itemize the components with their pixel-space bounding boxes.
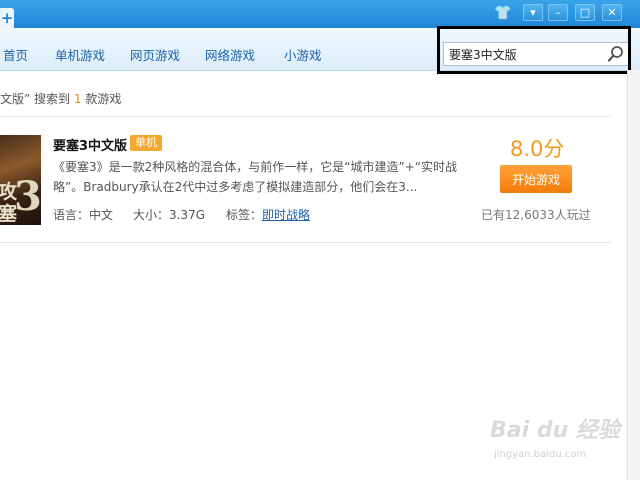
divider	[0, 242, 611, 243]
summary-prefix: 文版” 搜索到	[0, 92, 71, 106]
play-count: 已有12,6033人玩过	[481, 208, 591, 222]
scrollbar[interactable]	[627, 70, 640, 480]
summary-suffix: 款游戏	[85, 92, 122, 106]
watermark: Bai du 经验 jingyan.baidu.com	[490, 412, 620, 472]
maximize-button[interactable]: □	[575, 4, 595, 21]
game-title[interactable]: 要塞3中文版	[53, 135, 127, 154]
result-count: 1	[73, 92, 82, 106]
start-game-button[interactable]: 开始游戏	[500, 165, 572, 193]
game-language: 语言：中文	[53, 208, 114, 222]
cover-title: 攻 塞	[0, 181, 18, 225]
game-size: 大小：3.37G	[133, 208, 206, 222]
nav-item-online-games[interactable]: 网络游戏	[205, 45, 255, 64]
category-badge: 单机	[130, 135, 162, 151]
tag-link[interactable]: 即时战略	[262, 206, 310, 223]
nav-item-web-games[interactable]: 网页游戏	[130, 45, 180, 64]
tag-label: 标签：	[226, 208, 263, 222]
skin-icon[interactable]: 👕	[492, 3, 514, 23]
game-score: 8.0分	[510, 137, 565, 161]
watermark-logo: Bai du 经验	[490, 418, 620, 443]
minimize-button[interactable]: –	[548, 4, 568, 21]
watermark-url: jingyan.baidu.com	[494, 449, 587, 460]
result-summary: 文版” 搜索到 1 款游戏	[0, 90, 121, 107]
nav-item-mini-games[interactable]: 小游戏	[284, 45, 322, 64]
close-button[interactable]: ✕	[602, 4, 622, 21]
add-tab-button[interactable]: +	[0, 8, 14, 28]
nav-item-home[interactable]: 首页	[3, 45, 28, 64]
menu-button[interactable]: ▾	[523, 4, 543, 21]
nav-item-single-player[interactable]: 单机游戏	[55, 45, 105, 64]
cover-number: 3	[14, 173, 41, 220]
highlight-frame	[437, 26, 631, 74]
game-description: 《要塞3》是一款2种风格的混合体，与前作一样，它是“城市建造”+“实时战略”。B…	[53, 160, 457, 194]
title-bar: + 👕 ▾ – □ ✕	[0, 0, 640, 28]
game-cover-image[interactable]: 3 攻 塞	[0, 135, 41, 225]
divider	[0, 116, 611, 117]
